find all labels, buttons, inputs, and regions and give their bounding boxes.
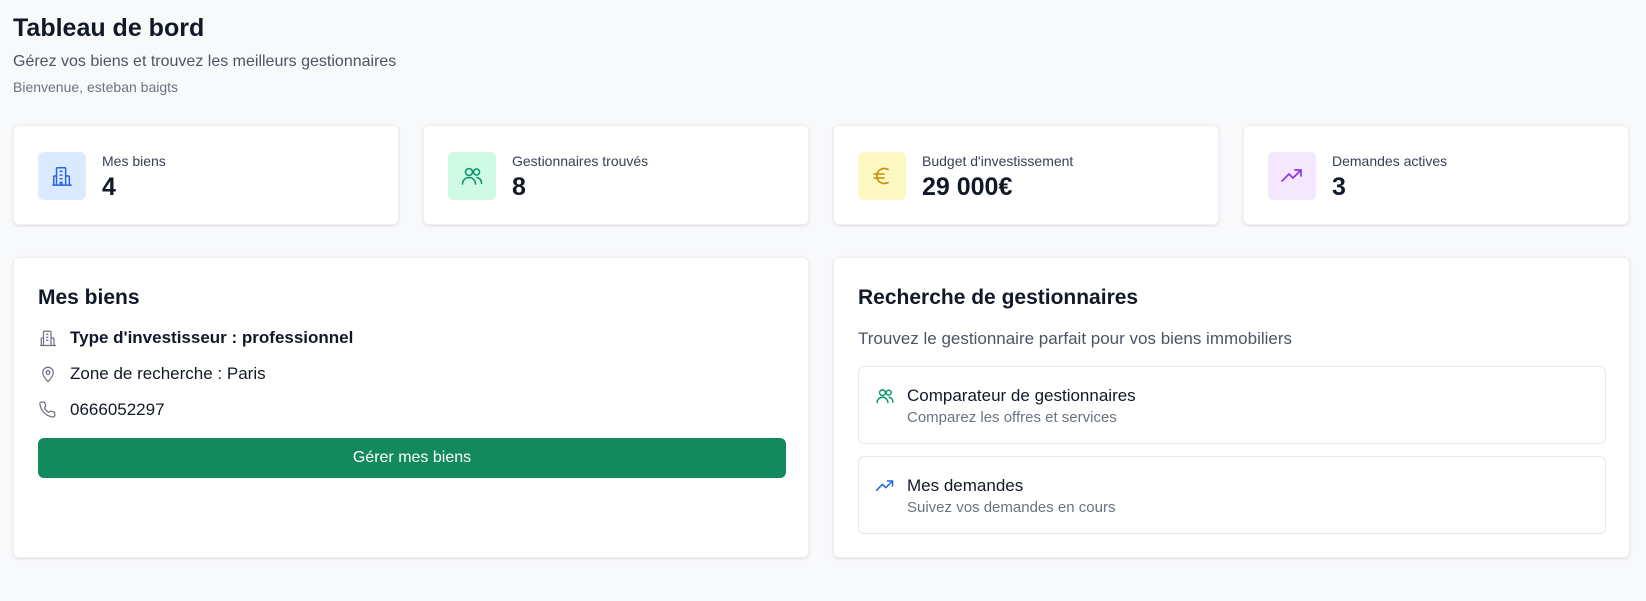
building-icon <box>38 328 58 348</box>
stat-card-properties: Mes biens 4 <box>13 125 399 225</box>
page-header: Tableau de bord Gérez vos biens et trouv… <box>13 12 396 96</box>
panel-title: Mes biens <box>38 286 140 309</box>
panel-description: Trouvez le gestionnaire parfait pour vos… <box>858 329 1293 348</box>
search-zone-row: Zone de recherche : Paris <box>38 363 266 385</box>
option-title: Mes demandes <box>907 476 1024 495</box>
welcome-message: Bienvenue, esteban baigts <box>13 79 179 95</box>
stat-value: 29 000€ <box>922 173 1013 201</box>
stat-label: Gestionnaires trouvés <box>512 153 649 169</box>
stat-value: 3 <box>1332 173 1346 201</box>
my-requests-card[interactable]: Mes demandes Suivez vos demandes en cour… <box>858 456 1606 534</box>
phone-row: 0666052297 <box>38 399 165 421</box>
option-description: Suivez vos demandes en cours <box>907 499 1116 516</box>
search-zone-text: Zone de recherche : Paris <box>70 364 266 383</box>
stat-card-budget: Budget d'investissement 29 000€ <box>833 125 1219 225</box>
properties-panel: Mes biens Type d'investisseur : professi… <box>13 257 809 558</box>
stat-value: 8 <box>512 173 526 201</box>
manager-search-panel: Recherche de gestionnaires Trouvez le ge… <box>833 257 1630 558</box>
manager-comparator-card[interactable]: Comparateur de gestionnaires Comparez le… <box>858 366 1606 444</box>
stat-label: Demandes actives <box>1332 153 1448 169</box>
manage-properties-button[interactable]: Gérer mes biens <box>38 438 786 478</box>
investor-type-row: Type d'investisseur : professionnel <box>38 327 353 349</box>
stats-row: Mes biens 4 Gestionnaires trouvés 8 Budg… <box>13 125 1630 225</box>
option-description: Comparez les offres et services <box>907 409 1117 426</box>
users-icon <box>875 386 895 406</box>
users-icon <box>448 152 496 200</box>
map-pin-icon <box>38 364 58 384</box>
stat-card-requests: Demandes actives 3 <box>1243 125 1629 225</box>
stat-card-managers: Gestionnaires trouvés 8 <box>423 125 809 225</box>
investor-type-text: Type d'investisseur : professionnel <box>70 328 354 347</box>
page-subtitle: Gérez vos biens et trouvez les meilleurs… <box>13 53 397 70</box>
trending-up-icon <box>1268 152 1316 200</box>
phone-text: 0666052297 <box>70 400 165 419</box>
phone-icon <box>38 400 58 420</box>
option-title: Comparateur de gestionnaires <box>907 386 1136 405</box>
euro-icon <box>858 152 906 200</box>
page-title: Tableau de bord <box>13 14 205 42</box>
trending-up-icon <box>875 476 895 496</box>
stat-label: Budget d'investissement <box>922 153 1074 169</box>
panel-title: Recherche de gestionnaires <box>858 286 1139 309</box>
stat-value: 4 <box>102 173 116 201</box>
building-icon <box>38 152 86 200</box>
stat-label: Mes biens <box>102 153 166 169</box>
